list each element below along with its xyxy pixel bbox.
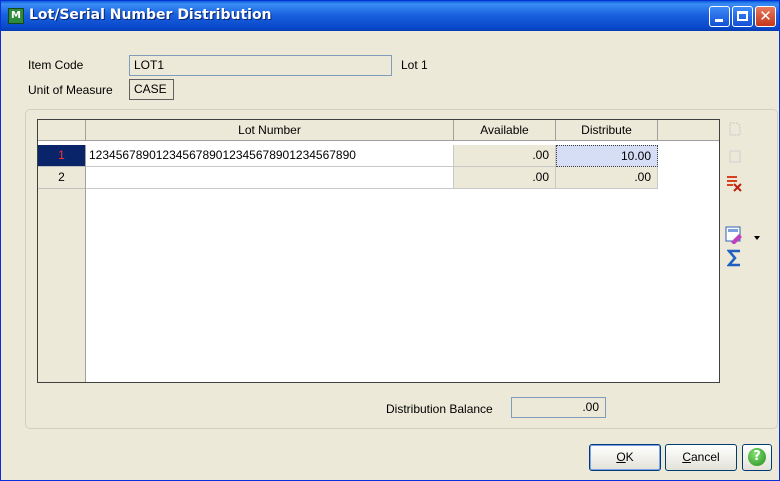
cancel-label: ancel [690,450,720,464]
item-code-field[interactable]: LOT1 [129,55,392,76]
grid-corner-header [38,120,86,141]
copy-icon[interactable] [727,121,743,137]
column-header-distribute[interactable]: Distribute [556,120,658,141]
dropdown-arrow-icon[interactable] [753,230,761,240]
cancel-mnemonic: C [682,450,691,464]
distribute-cell[interactable]: 10.00 [556,145,658,167]
customize-icon[interactable] [725,226,743,245]
distribution-balance-label: Distribution Balance [386,402,493,416]
minimize-icon [715,19,723,22]
lot-distribution-grid[interactable]: Lot Number Available Distribute 1 123456… [37,119,720,383]
available-cell: .00 [454,145,556,167]
distribute-cell[interactable]: .00 [556,167,658,189]
lot-number-cell[interactable]: 1234567890123456789012345678901234567890 [86,145,454,167]
column-header-filler [658,120,719,141]
column-header-lot-number[interactable]: Lot Number [86,120,454,141]
unit-of-measure-label: Unit of Measure [28,83,113,97]
minimize-button[interactable] [709,6,730,27]
paste-icon[interactable] [727,148,743,164]
cancel-button[interactable]: Cancel [665,444,737,471]
ok-mnemonic: O [616,450,626,464]
row-selector[interactable]: 1 [38,145,86,167]
row-selector[interactable]: 2 [38,167,86,189]
lot-number-cell[interactable] [86,167,454,189]
title-bar[interactable]: M Lot/Serial Number Distribution ✕ [1,1,779,31]
delete-row-icon[interactable] [725,174,743,192]
dialog-window: M Lot/Serial Number Distribution ✕ Item … [0,0,780,481]
close-button[interactable]: ✕ [755,6,776,27]
row-header-area [38,189,86,382]
item-code-label: Item Code [28,58,84,72]
app-icon: M [8,8,24,24]
help-icon: ? [748,448,766,466]
window-title: Lot/Serial Number Distribution [29,7,272,23]
item-description: Lot 1 [401,58,428,72]
sum-icon[interactable] [726,249,743,267]
distribution-balance-field: .00 [511,397,606,418]
help-button[interactable]: ? [742,444,772,471]
ok-label: K [625,450,634,464]
unit-of-measure-field[interactable]: CASE [129,79,174,100]
column-header-available[interactable]: Available [454,120,556,141]
close-icon: ✕ [759,7,772,25]
available-cell: .00 [454,167,556,189]
maximize-icon [737,11,748,21]
maximize-button[interactable] [732,6,753,27]
ok-button[interactable]: OK [589,444,661,471]
